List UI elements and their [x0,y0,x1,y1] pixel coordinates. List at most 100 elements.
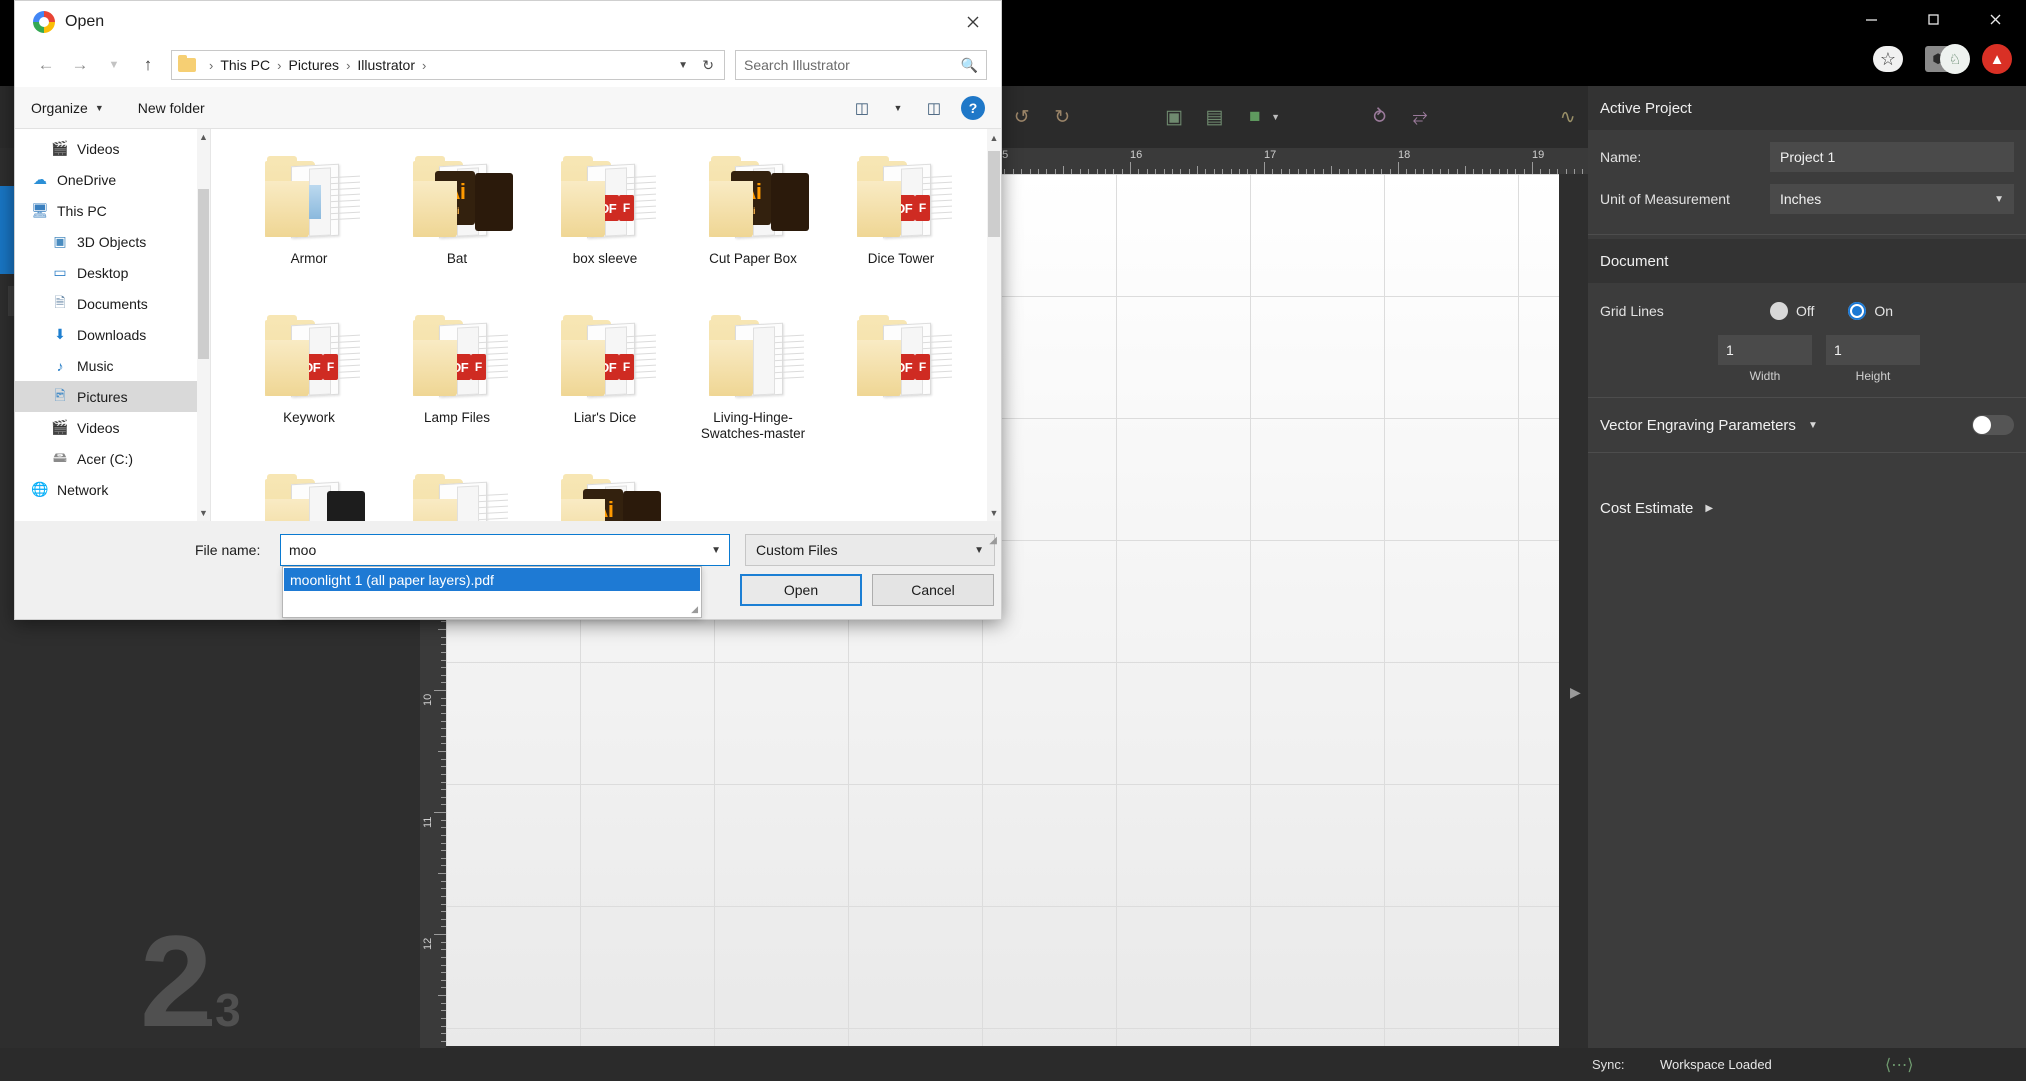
redo-icon[interactable]: ↻ [1049,100,1075,134]
sidebar-item-documents[interactable]: 🗎Documents [15,288,210,319]
search-icon: 🔍 [961,57,978,74]
toggle-knob [1973,416,1991,434]
chevron-down-icon[interactable]: ▼ [987,504,1001,521]
grid-on-option[interactable]: On [1848,302,1893,320]
sidebar-item-downloads[interactable]: ⬇Downloads [15,319,210,350]
grid-off-option[interactable]: Off [1770,302,1814,320]
layers-icon[interactable]: ■ [1242,100,1268,134]
sidebar-item-onedrive[interactable]: ☁OneDrive [15,164,210,195]
file-item[interactable]: AiAiCut Paper Box [679,147,827,302]
dialog-footer: File name: moo ▼ moonlight 1 (all paper … [15,521,1001,549]
close-icon[interactable] [945,1,1001,43]
autocomplete-dropdown[interactable]: moonlight 1 (all paper layers).pdf ◢ [282,566,702,618]
ruler-tick [438,995,446,996]
search-input[interactable]: Search Illustrator 🔍 [735,50,987,80]
file-item[interactable]: AiAi [531,465,679,521]
autocomplete-option[interactable]: moonlight 1 (all paper layers).pdf [284,568,700,591]
file-item[interactable]: PDFFLamp Files [383,306,531,461]
triangle-right-icon[interactable]: ▶ [1705,503,1713,514]
chevron-down-icon[interactable]: ▼ [97,50,131,80]
group-icon[interactable]: ▣ [1161,100,1187,134]
sidebar-item-label: Acer (C:) [77,451,133,467]
dialog-resize-grip-icon[interactable]: ◢ [989,535,997,546]
file-item[interactable]: AiAiBat [383,147,531,302]
breadcrumb-item-2[interactable]: Illustrator [357,57,415,73]
arrow-left-icon[interactable]: ← [29,50,63,80]
undo-icon[interactable]: ↺ [1009,100,1035,134]
search-placeholder: Search Illustrator [744,57,850,73]
sidebar-item-this-pc[interactable]: 🖥This PC [15,195,210,226]
chevron-up-icon[interactable]: ▲ [197,129,210,145]
help-icon[interactable]: ? [961,96,985,120]
file-type-select[interactable]: Custom Files ▼ [745,534,995,566]
sidebar-item-videos[interactable]: 🎬Videos [15,133,210,164]
chevron-down-icon[interactable]: ▼ [711,545,721,556]
chevron-up-icon[interactable]: ▲ [987,129,1001,146]
arrow-right-icon[interactable]: → [63,50,97,80]
refresh-icon[interactable]: ↻ [702,57,714,74]
sidebar-item-pictures[interactable]: 🖻Pictures [15,381,210,412]
caret-down-icon[interactable]: ▼ [883,95,913,121]
chevron-down-icon[interactable]: ▼ [197,505,210,521]
dialog-title: Open [65,13,104,31]
arrow-up-icon[interactable]: ↑ [131,50,165,80]
vector-engraving-section[interactable]: Vector Engraving Parameters ▼ [1588,402,2026,448]
file-item[interactable]: PDFFKeywork [235,306,383,461]
cancel-button[interactable]: Cancel [872,574,994,606]
file-item[interactable]: Armor [235,147,383,302]
chevron-down-icon[interactable]: ▼ [1808,420,1818,431]
resize-grip-icon[interactable]: ◢ [691,604,698,615]
grid-width-input[interactable]: 1 [1718,335,1812,365]
file-scroll-thumb[interactable] [988,151,1000,237]
account-icon[interactable]: ▲ [1982,44,2012,74]
close-icon[interactable] [1964,0,2026,38]
onedrive-icon: ☁ [29,171,51,188]
unit-label: Unit of Measurement [1600,191,1770,207]
file-item[interactable]: PDFFDice Tower [827,147,975,302]
breadcrumb-item-0[interactable]: This PC [220,57,270,73]
layers-caret-icon[interactable]: ▼ [1271,112,1280,122]
breadcrumb[interactable]: › This PC › Pictures › Illustrator › ▼ ↻ [171,50,725,80]
maximize-icon[interactable] [1902,0,1964,38]
cost-estimate-section[interactable]: Cost Estimate ▶ [1588,485,2026,531]
file-item[interactable] [383,465,531,521]
file-scrollbar[interactable]: ▲ ▼ [987,129,1001,521]
view-layout-icon[interactable]: ◫ [847,95,877,121]
project-name-input[interactable]: Project 1 [1770,142,2014,172]
new-folder-button[interactable]: New folder [138,100,205,116]
file-item[interactable] [235,465,383,521]
sidebar-item-network[interactable]: 🌐Network [15,474,210,505]
rotate-left-icon[interactable]: ⥁ [1366,100,1392,134]
sidebar-item-3d-objects[interactable]: ▣3D Objects [15,226,210,257]
vector-engraving-toggle[interactable] [1972,415,2014,435]
rotate-right-icon[interactable]: ⥂ [1407,100,1433,134]
sidebar-item-videos[interactable]: 🎬Videos [15,412,210,443]
profile-avatar[interactable]: ♘ [1940,44,1970,74]
file-name-input[interactable]: moo ▼ [280,534,730,566]
sidebar-item-acer-c[interactable]: 🖴Acer (C:) [15,443,210,474]
file-item[interactable]: Living-Hinge-Swatches-master [679,306,827,461]
organize-button[interactable]: Organize ▼ [31,100,104,116]
nav-scroll-thumb[interactable] [198,189,209,359]
path-node-icon[interactable]: ∿ [1554,100,1580,134]
sidebar-item-desktop[interactable]: ▭Desktop [15,257,210,288]
sidebar-item-music[interactable]: ♪Music [15,350,210,381]
ruler-h-label: 17 [1264,149,1276,161]
ungroup-icon[interactable]: ▤ [1201,100,1227,134]
preview-pane-icon[interactable]: ◫ [919,95,949,121]
panel-collapse-icon[interactable]: ▶ [1570,684,1581,701]
minimize-icon[interactable] [1840,0,1902,38]
chevron-down-icon[interactable]: ▼ [678,60,688,71]
file-item[interactable]: PDFFbox sleeve [531,147,679,302]
ruler-tick [1566,169,1567,174]
grid-height-input[interactable]: 1 [1826,335,1920,365]
open-button[interactable]: Open [740,574,862,606]
file-item[interactable]: PDFF [827,306,975,461]
unit-of-measurement-row: Unit of Measurement Inches ▼ [1600,178,2014,220]
breadcrumb-item-1[interactable]: Pictures [288,57,339,73]
file-item[interactable]: PDFFLiar's Dice [531,306,679,461]
star-icon[interactable]: ☆ [1873,46,1903,72]
sync-label: Sync: [1592,1057,1625,1072]
unit-select[interactable]: Inches ▼ [1770,184,2014,214]
nav-scrollbar[interactable]: ▲ ▼ [197,129,210,521]
